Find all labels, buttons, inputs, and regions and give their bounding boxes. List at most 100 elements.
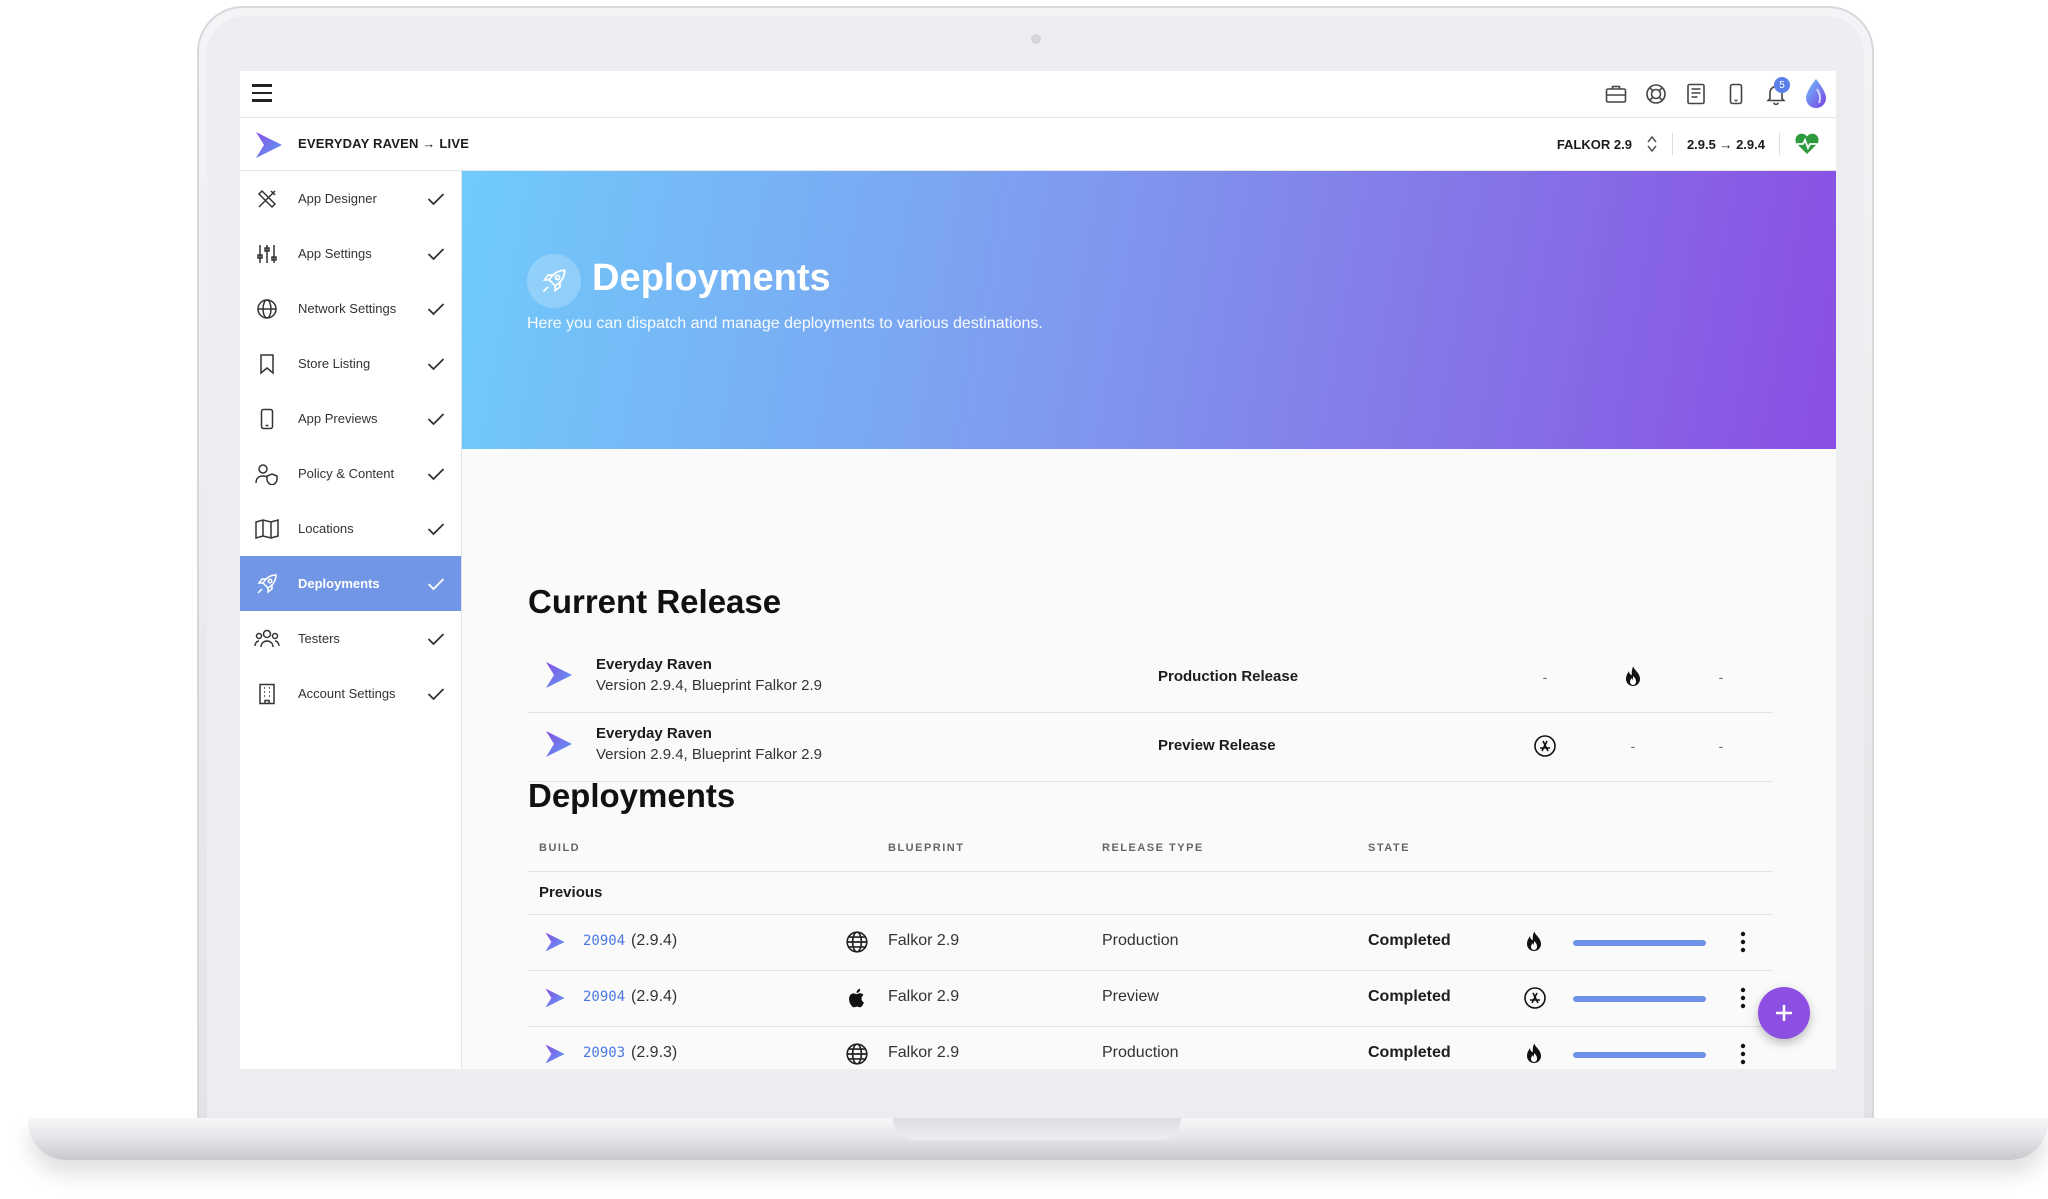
designer-tools-icon [254,186,280,212]
droplet-logo[interactable] [1796,71,1836,117]
more-options-icon[interactable] [1733,929,1753,955]
sidebar-item-label: Network Settings [298,301,397,316]
release-cell: - [1718,669,1724,685]
group-header: Previous [528,872,1773,915]
app-store-icon[interactable] [1530,731,1560,761]
sidebar-item-deployments[interactable]: Deployments [240,556,461,611]
column-release-type[interactable]: RELEASE TYPE [1102,842,1204,854]
deployment-row[interactable]: 20903 (2.9.3) Falkor 2.9 Production Comp… [528,1027,1773,1069]
release-app-name: Everyday Raven [596,725,712,742]
divider [1671,133,1673,155]
deployments-table-header: BUILD BLUEPRINT RELEASE TYPE STATE [528,825,1773,872]
lifebuoy-icon[interactable] [1636,71,1676,117]
build-version: (2.9.3) [631,1044,678,1061]
sidebar-item-testers[interactable]: Testers [240,611,461,666]
progress-fill [1573,996,1706,1002]
flame-icon[interactable] [1618,662,1648,692]
rocket-icon [527,254,581,308]
app-store-icon [1523,986,1547,1010]
phone-icon[interactable] [1716,71,1756,117]
globe-icon [845,1042,869,1066]
build-link[interactable]: 20904 [583,989,625,1005]
sidebar: App Designer App Settings Network Settin… [240,171,462,1069]
sidebar-item-account-settings[interactable]: Account Settings [240,666,461,721]
progress-fill [1573,1052,1706,1058]
build-version: (2.9.4) [631,932,678,949]
bookmark-icon [254,351,280,377]
sidebar-item-app-previews[interactable]: App Previews [240,391,461,446]
release-app-name: Everyday Raven [596,656,712,673]
notification-badge: 5 [1774,77,1790,93]
plus-icon [1776,1005,1792,1021]
apple-icon [845,986,869,1010]
book-icon[interactable] [1676,71,1716,117]
state-cell: Completed [1368,988,1451,1005]
check-icon [427,357,449,371]
top-bar: 5 [240,71,1836,118]
release-row[interactable]: Everyday Raven Version 2.9.4, Blueprint … [528,644,1773,713]
phone-icon [254,406,280,432]
map-icon [254,516,280,542]
release-version: Version 2.9.4, Blueprint Falkor 2.9 [596,677,822,694]
check-icon [427,632,449,646]
version-change: 2.9.5 → 2.9.4 [1686,136,1765,152]
state-cell: Completed [1368,932,1451,949]
page-title: Deployments [592,257,831,299]
bell-icon[interactable]: 5 [1756,71,1796,117]
sidebar-item-app-settings[interactable]: App Settings [240,226,461,281]
progress-bar [1573,940,1706,946]
release-cell: - [1542,669,1548,685]
sidebar-item-network-settings[interactable]: Network Settings [240,281,461,336]
briefcase-icon[interactable] [1596,71,1636,117]
more-options-icon[interactable] [1733,1041,1753,1067]
deployment-row[interactable]: 20904 (2.9.4) Falkor 2.9 Production Comp… [528,915,1773,971]
add-deployment-button[interactable] [1758,987,1810,1039]
check-icon [427,467,449,481]
release-type-cell: Production [1102,1044,1179,1061]
building-icon [254,681,280,707]
check-icon [427,577,449,591]
sidebar-item-label: Account Settings [298,686,396,701]
progress-fill [1573,940,1706,946]
column-blueprint[interactable]: BLUEPRINT [888,842,964,854]
check-icon [427,412,449,426]
sidebar-item-locations[interactable]: Locations [240,501,461,556]
sidebar-item-store-listing[interactable]: Store Listing [240,336,461,391]
blueprint-cell: Falkor 2.9 [888,988,960,1005]
camera-dot [1031,34,1041,44]
sidebar-item-label: Store Listing [298,356,371,371]
app-bar: EVERYDAY RAVEN → LIVE FALKOR 2.9 2.9.5 →… [240,118,1836,171]
heartbeat-icon[interactable] [1794,133,1820,155]
more-options-icon[interactable] [1733,985,1753,1011]
blueprint-label[interactable]: FALKOR 2.9 [1557,137,1632,152]
deployment-row[interactable]: 20904 (2.9.4) Falkor 2.9 Preview Complet… [528,971,1773,1027]
blueprint-cell: Falkor 2.9 [888,932,960,949]
flame-icon [1523,930,1547,954]
app-name[interactable]: EVERYDAY RAVEN → LIVE [298,136,469,151]
blueprint-cell: Falkor 2.9 [888,1044,960,1061]
divider [1779,133,1780,155]
sidebar-item-policy-content[interactable]: Policy & Content [240,446,461,501]
menu-icon[interactable] [252,84,272,102]
globe-icon [845,930,869,954]
column-build[interactable]: BUILD [539,842,580,854]
build-link[interactable]: 20904 [583,933,625,949]
sort-icon[interactable] [1646,135,1658,153]
release-cell: - [1630,738,1636,754]
app-logo [544,1043,566,1069]
release-row[interactable]: Everyday Raven Version 2.9.4, Blueprint … [528,713,1773,782]
release-type: Production Release [1158,668,1299,685]
progress-bar [1573,1052,1706,1058]
app-logo [544,660,574,695]
sidebar-item-app-designer[interactable]: App Designer [240,171,461,226]
build-link[interactable]: 20903 [583,1045,625,1061]
build-version: (2.9.4) [631,988,678,1005]
sidebar-item-label: App Settings [298,246,372,261]
globe-icon [254,296,280,322]
user-shield-icon [254,461,280,487]
progress-bar [1573,996,1706,1002]
check-icon [427,687,449,701]
rocket-icon [254,571,280,597]
top-icons: 5 [1596,71,1836,117]
column-state[interactable]: STATE [1368,842,1410,854]
